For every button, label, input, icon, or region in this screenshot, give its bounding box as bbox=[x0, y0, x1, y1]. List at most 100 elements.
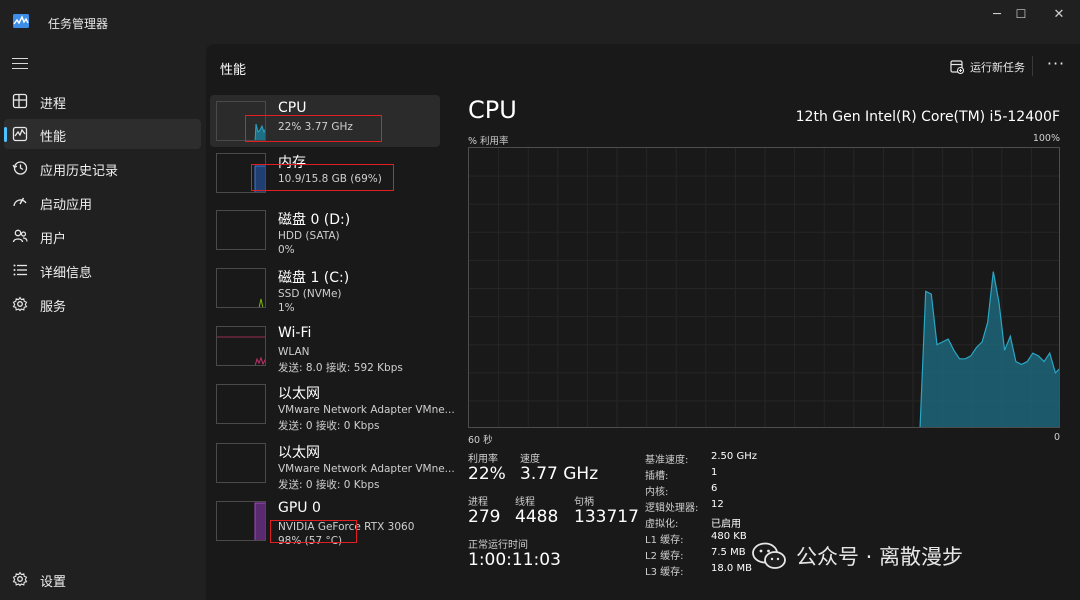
disk-1-thumbnail bbox=[216, 268, 266, 308]
details-icon bbox=[13, 264, 27, 276]
sidebar-item-processes[interactable]: 进程 bbox=[4, 86, 201, 116]
spec-value: 12 bbox=[711, 499, 724, 510]
resource-name: 以太网 bbox=[278, 386, 320, 402]
resource-subtitle: WLAN bbox=[278, 346, 310, 358]
resource-name: Wi-Fi bbox=[278, 325, 312, 341]
performance-icon bbox=[12, 126, 28, 142]
processes-value: 279 bbox=[468, 507, 501, 527]
window-title: 任务管理器 bbox=[48, 17, 109, 31]
resource-tile-disk-0[interactable]: 磁盘 0 (D:) HDD (SATA) 0% bbox=[210, 204, 440, 256]
close-button[interactable]: ✕ bbox=[1036, 4, 1080, 24]
spec-key: L1 缓存: bbox=[645, 535, 684, 546]
resource-tile-ethernet-2[interactable]: 以太网 VMware Network Adapter VMne... 发送: 0… bbox=[210, 437, 455, 491]
sidebar-item-label: 服务 bbox=[40, 300, 67, 315]
run-new-task-label: 运行新任务 bbox=[970, 61, 1025, 74]
content-header: 性能 运行新任务 ··· bbox=[206, 44, 1080, 88]
resource-value: 发送: 0 接收: 0 Kbps bbox=[278, 479, 380, 491]
task-manager-icon bbox=[13, 14, 29, 28]
graph-label-utilization: % 利用率 bbox=[468, 136, 509, 147]
wifi-thumbnail bbox=[216, 326, 266, 366]
ethernet-1-thumbnail bbox=[216, 384, 266, 424]
run-new-task-button[interactable]: 运行新任务 bbox=[950, 57, 1025, 77]
highlight-box bbox=[245, 115, 382, 142]
threads-value: 4488 bbox=[515, 507, 559, 527]
sidebar-item-label: 启动应用 bbox=[40, 198, 93, 213]
wechat-icon bbox=[752, 542, 786, 569]
users-icon bbox=[12, 229, 28, 243]
resource-subtitle: HDD (SATA) bbox=[278, 230, 340, 242]
sidebar: 进程 性能 应用历史记录 启动应用 用户 详细信息 服务 设置 bbox=[0, 44, 206, 600]
spec-value: 6 bbox=[711, 483, 718, 494]
resource-name: GPU 0 bbox=[278, 500, 321, 516]
resource-name: 磁盘 0 (D:) bbox=[278, 212, 351, 228]
sidebar-item-label: 用户 bbox=[40, 232, 67, 247]
spec-value: 18.0 MB bbox=[711, 563, 752, 574]
run-task-icon bbox=[950, 60, 964, 74]
resource-value: 1% bbox=[278, 302, 295, 314]
sidebar-item-performance[interactable]: 性能 bbox=[4, 119, 201, 149]
resource-name: 磁盘 1 (C:) bbox=[278, 270, 350, 286]
ethernet-2-thumbnail bbox=[216, 443, 266, 483]
sidebar-item-label: 详细信息 bbox=[40, 266, 93, 281]
spec-key: 插槽: bbox=[645, 471, 669, 482]
spec-value: 1 bbox=[711, 467, 718, 478]
sidebar-item-app-history[interactable]: 应用历史记录 bbox=[4, 153, 201, 183]
settings-label: 设置 bbox=[40, 575, 67, 590]
watermark: 公众号 · 离散漫步 bbox=[752, 540, 963, 572]
sidebar-item-label: 性能 bbox=[40, 130, 67, 145]
disk-0-thumbnail bbox=[216, 210, 266, 250]
resource-tile-ethernet-1[interactable]: 以太网 VMware Network Adapter VMne... 发送: 0… bbox=[210, 378, 455, 432]
resource-value: 0% bbox=[278, 244, 295, 256]
utilization-label: 利用率 bbox=[468, 454, 498, 465]
more-options-button[interactable]: ··· bbox=[1042, 55, 1070, 77]
highlight-box bbox=[251, 164, 394, 191]
graph-label-duration: 60 秒 bbox=[468, 435, 493, 446]
resource-value: 发送: 8.0 接收: 592 Kbps bbox=[278, 362, 403, 374]
sidebar-item-label: 进程 bbox=[40, 97, 67, 112]
spec-value: 7.5 MB bbox=[711, 547, 746, 558]
cpu-model: 12th Gen Intel(R) Core(TM) i5-12400F bbox=[795, 109, 1060, 125]
detail-title: CPU bbox=[468, 96, 517, 124]
utilization-value: 22% bbox=[468, 464, 506, 484]
spec-key: 逻辑处理器: bbox=[645, 503, 699, 514]
spec-key: L3 缓存: bbox=[645, 567, 684, 578]
main-content: 性能 运行新任务 ··· CPU 22% 3.77 GHz 内存 10.9/15… bbox=[206, 44, 1080, 600]
sidebar-item-details[interactable]: 详细信息 bbox=[4, 255, 201, 285]
handles-label: 句柄 bbox=[574, 497, 594, 508]
resource-name: 以太网 bbox=[278, 445, 320, 461]
processes-icon bbox=[12, 93, 28, 109]
resource-subtitle: VMware Network Adapter VMne... bbox=[278, 463, 455, 475]
resource-tile-disk-1[interactable]: 磁盘 1 (C:) SSD (NVMe) 1% bbox=[210, 262, 440, 314]
resource-subtitle: SSD (NVMe) bbox=[278, 288, 342, 300]
sidebar-item-services[interactable]: 服务 bbox=[4, 289, 201, 319]
resource-subtitle: VMware Network Adapter VMne... bbox=[278, 404, 455, 416]
spec-value: 2.50 GHz bbox=[711, 451, 757, 462]
graph-label-max: 100% bbox=[1032, 133, 1060, 144]
uptime-value: 1:00:11:03 bbox=[468, 550, 561, 570]
processes-label: 进程 bbox=[468, 497, 488, 508]
spec-key: 基准速度: bbox=[645, 455, 689, 466]
graph-label-min: 0 bbox=[1053, 432, 1060, 443]
watermark-text: 公众号 · 离散漫步 bbox=[796, 545, 964, 569]
sidebar-item-users[interactable]: 用户 bbox=[4, 221, 201, 251]
title-bar: 任务管理器 ─ ☐ ✕ bbox=[0, 0, 1080, 44]
gpu-thumbnail bbox=[216, 501, 266, 541]
spec-value: 已启用 bbox=[711, 519, 741, 530]
page-title: 性能 bbox=[220, 63, 247, 78]
sidebar-item-label: 应用历史记录 bbox=[40, 164, 119, 179]
speed-label: 速度 bbox=[520, 454, 540, 465]
threads-label: 线程 bbox=[515, 497, 535, 508]
resource-tile-wifi[interactable]: Wi-Fi WLAN 发送: 8.0 接收: 592 Kbps bbox=[210, 320, 440, 374]
cpu-graph-svg bbox=[469, 148, 1059, 427]
resource-value: 发送: 0 接收: 0 Kbps bbox=[278, 420, 380, 432]
startup-icon bbox=[13, 197, 27, 207]
handles-value: 133717 bbox=[574, 507, 639, 527]
uptime-label: 正常运行时间 bbox=[468, 540, 528, 551]
sidebar-item-startup-apps[interactable]: 启动应用 bbox=[4, 187, 201, 217]
sidebar-item-settings[interactable]: 设置 bbox=[4, 564, 201, 594]
hamburger-icon[interactable] bbox=[12, 58, 28, 70]
cpu-utilization-graph bbox=[468, 147, 1060, 428]
spec-key: 虚拟化: bbox=[645, 519, 679, 530]
services-icon bbox=[12, 296, 28, 312]
spec-value: 480 KB bbox=[711, 531, 747, 542]
